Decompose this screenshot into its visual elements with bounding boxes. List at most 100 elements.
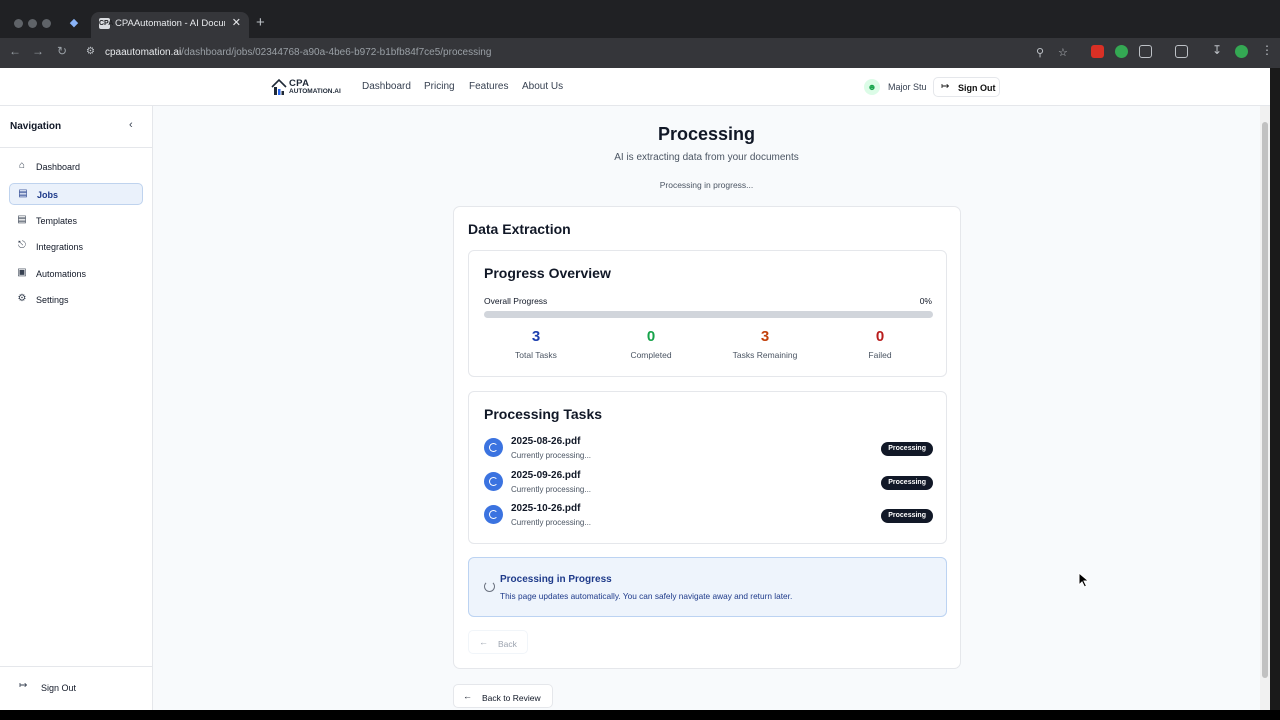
nav-link-about-us[interactable]: About Us (522, 81, 563, 92)
stat-value: 3 (531, 328, 541, 345)
forward-arrow-icon[interactable]: → (29, 44, 47, 58)
sidebar-item-templates[interactable]: ▤ Templates (9, 210, 143, 232)
user-avatar-icon: ☻ (864, 79, 880, 95)
back-to-review-button[interactable]: ← Back to Review (453, 684, 553, 708)
sign-out-label: Sign Out (958, 83, 996, 93)
sidebar-item-automations[interactable]: ▣ Automations (9, 263, 143, 285)
sidebar-item-label: Settings (36, 295, 69, 305)
url-host: cpaautomation.ai (105, 47, 182, 58)
scrollbar-thumb[interactable] (1262, 122, 1268, 678)
arrow-left-icon: ← (463, 691, 472, 701)
spinner-icon (484, 505, 503, 524)
stat-label: Completed (630, 350, 672, 360)
briefcase-icon: ▤ (18, 188, 28, 199)
status-badge: Processing (881, 442, 933, 456)
page-subtitle: AI is extracting data from your document… (614, 152, 799, 163)
browser-menu-icon[interactable]: ⋮ (1258, 43, 1276, 57)
stat-value: 0 (875, 328, 885, 345)
gear-icon: ⚙ (17, 293, 27, 304)
stat-label: Failed (868, 350, 892, 360)
sidebar-title: Navigation (10, 121, 62, 132)
minimize-window-dot[interactable] (28, 19, 37, 28)
extensions-puzzle-icon[interactable] (1139, 45, 1152, 58)
page: CPA AUTOMATION.AI Dashboard Pricing Feat… (0, 68, 1270, 710)
collapse-chevron-icon[interactable]: ‹ (129, 119, 133, 131)
tab-title: CPAAutomation - AI Docume... (115, 18, 225, 29)
back-arrow-icon[interactable]: ← (6, 44, 24, 58)
sidebar-item-label: Templates (36, 216, 78, 226)
stat-tasks-remaining: 3 Tasks Remaining (710, 328, 820, 360)
browser-tab-active[interactable]: CPA CPAAutomation - AI Docume... ✕ (91, 12, 249, 38)
address-bar[interactable]: ⚙ cpaautomation.ai/dashboard/jobs/023447… (80, 42, 1080, 64)
task-status: Currently processing... (511, 451, 592, 460)
data-extraction-card: Data Extraction Progress Overview Overal… (453, 206, 961, 669)
sidebar-item-label: Dashboard (36, 162, 81, 172)
sidebar-item-settings[interactable]: ⚙ Settings (9, 289, 143, 311)
window-edge (1270, 68, 1280, 710)
download-icon[interactable]: ↧ (1208, 43, 1226, 57)
url-text: cpaautomation.ai/dashboard/jobs/02344768… (105, 47, 491, 58)
extension-green-icon[interactable] (1115, 45, 1128, 58)
mouse-cursor-icon (1078, 572, 1090, 588)
status-badge: Processing (881, 476, 933, 490)
overall-progress-value: 0% (919, 296, 932, 306)
sidebar-item-label: Integrations (36, 242, 84, 252)
stat-total-tasks: 3 Total Tasks (481, 328, 591, 360)
sidebar-sign-out-label: Sign Out (41, 683, 77, 693)
section-title: Data Extraction (468, 221, 571, 237)
nav-link-dashboard[interactable]: Dashboard (362, 81, 411, 92)
task-row: 2025-09-26.pdf Currently processing... P… (484, 468, 933, 498)
sidebar-header: Navigation ‹ (0, 106, 152, 148)
overall-progress-bar (484, 311, 933, 318)
pinned-tab-gem-icon[interactable]: ◆ (66, 15, 82, 31)
site-info-icon[interactable]: ⚙ (86, 46, 95, 57)
overall-progress-label: Overall Progress (484, 296, 548, 306)
stat-completed: 0 Completed (596, 328, 706, 360)
processing-tasks-card: Processing Tasks 2025-08-26.pdf Currentl… (468, 391, 947, 544)
page-title: Processing (657, 124, 756, 144)
task-filename: 2025-08-26.pdf (511, 436, 581, 447)
info-text: This page updates automatically. You can… (500, 591, 793, 601)
nav-link-pricing[interactable]: Pricing (424, 81, 455, 92)
task-status: Currently processing... (511, 518, 592, 527)
sidebar-sign-out[interactable]: ↦ Sign Out (0, 666, 152, 710)
stat-label: Total Tasks (515, 350, 557, 360)
stat-failed: 0 Failed (825, 328, 935, 360)
task-status: Currently processing... (511, 485, 592, 494)
extension-red-icon[interactable] (1091, 45, 1104, 58)
sign-out-button[interactable]: ↦ Sign Out (933, 77, 1000, 97)
reload-icon[interactable]: ↻ (53, 44, 71, 58)
side-panel-icon[interactable] (1175, 45, 1188, 58)
home-icon: ⌂ (18, 160, 26, 171)
nav-link-features[interactable]: Features (469, 81, 508, 92)
sidebar-item-integrations[interactable]: ⎋ Integrations (9, 236, 143, 258)
page-scrollbar[interactable] (1260, 106, 1270, 710)
back-button-label: Back (498, 639, 517, 649)
tab-close-icon[interactable]: ✕ (232, 16, 241, 29)
sidebar-item-dashboard[interactable]: ⌂ Dashboard (9, 156, 143, 178)
maximize-window-dot[interactable] (42, 19, 51, 28)
url-path: /dashboard/jobs/02344768-a90a-4be6-b972-… (181, 47, 492, 58)
info-title: Processing in Progress (500, 574, 612, 585)
sidebar-item-label: Automations (36, 269, 87, 279)
close-window-dot[interactable] (14, 19, 23, 28)
tab-strip: ◆ CPA CPAAutomation - AI Docume... ✕ + (0, 8, 1280, 38)
logo-text-secondary: AUTOMATION.AI (289, 88, 341, 95)
stat-label: Tasks Remaining (732, 350, 798, 360)
processing-tasks-title: Processing Tasks (484, 406, 603, 422)
sidebar-item-jobs[interactable]: ▤ Jobs (9, 183, 143, 205)
user-name: Major Stu (888, 82, 927, 92)
tab-favicon-icon: CPA (99, 18, 114, 29)
back-button[interactable]: ← Back (468, 630, 528, 654)
status-badge: Processing (881, 509, 933, 523)
sidebar: Navigation ‹ ⌂ Dashboard ▤ Jobs ▤ Templa… (0, 106, 153, 710)
profile-avatar-icon[interactable] (1235, 45, 1248, 58)
browser-chrome: ◆ CPA CPAAutomation - AI Docume... ✕ + ←… (0, 0, 1280, 68)
bot-icon: ▣ (17, 267, 27, 278)
logo[interactable]: CPA AUTOMATION.AI (271, 76, 343, 98)
main-content: Processing AI is extracting data from yo… (153, 106, 1260, 710)
bookmark-star-icon[interactable]: ☆ (1058, 46, 1068, 59)
new-tab-icon[interactable]: + (256, 14, 265, 32)
spinner-icon (484, 472, 503, 491)
zoom-icon[interactable]: ⚲ (1036, 46, 1044, 59)
